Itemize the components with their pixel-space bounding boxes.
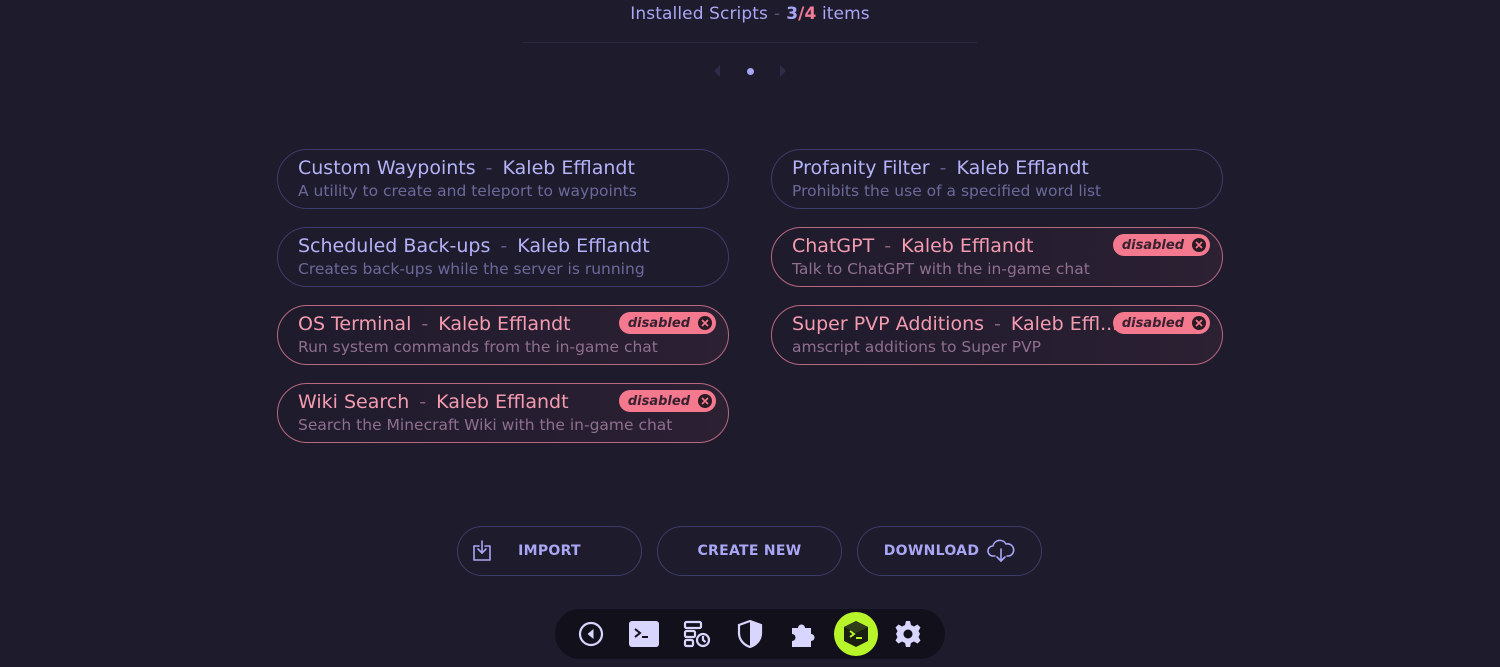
script-author: Kaleb Effl... — [1010, 313, 1119, 335]
script-title: Profanity Filter — [792, 157, 930, 179]
title-dash: - — [939, 157, 947, 179]
script-author: Kaleb Efflandt — [956, 157, 1089, 179]
disabled-badge-label: disabled — [627, 315, 690, 331]
page-header: Installed Scripts -3/4 items — [0, 4, 1500, 24]
count-suffix: items — [821, 4, 870, 24]
script-card-wiki-search[interactable]: Wiki Search - Kaleb Efflandt Search the Mi… — [277, 383, 729, 443]
script-description: amscript additions to Super PVP — [792, 338, 1042, 356]
close-icon[interactable] — [1192, 316, 1206, 330]
disabled-badge[interactable]: disabled — [1112, 312, 1210, 334]
script-card-super-pvp-additions[interactable]: Super PVP Additions - Kaleb Effl... amscri… — [771, 305, 1223, 365]
back-icon[interactable] — [569, 612, 613, 656]
gear-icon[interactable] — [886, 612, 930, 656]
title-dash: - — [485, 157, 493, 179]
disabled-badge-label: disabled — [1121, 315, 1184, 331]
total-count: 4 — [804, 4, 817, 24]
shield-icon[interactable] — [728, 612, 772, 656]
backups-icon[interactable] — [675, 612, 719, 656]
close-icon[interactable] — [1192, 238, 1206, 252]
script-author: Kaleb Efflandt — [517, 235, 650, 257]
prev-page-icon[interactable] — [710, 64, 724, 78]
header-divider — [523, 42, 977, 43]
script-author: Kaleb Efflandt — [502, 157, 635, 179]
pagination — [710, 63, 790, 79]
title-dash: - — [994, 313, 1001, 335]
script-card-chatgpt[interactable]: ChatGPT - Kaleb Efflandt Talk to ChatGPT w… — [771, 227, 1223, 287]
next-page-icon[interactable] — [776, 64, 790, 78]
download-label: DOWNLOAD — [883, 543, 980, 559]
title-dash: - — [500, 235, 508, 257]
import-label: IMPORT — [518, 543, 581, 559]
script-card-os-terminal[interactable]: OS Terminal - Kaleb Efflandt Run system co… — [277, 305, 729, 365]
disabled-badge-label: disabled — [627, 393, 690, 409]
script-description: Run system commands from the in-game cha… — [298, 338, 658, 356]
header-separator: - — [774, 4, 781, 24]
puzzle-icon[interactable] — [781, 612, 825, 656]
script-title: Super PVP Additions — [792, 313, 985, 335]
script-author: Kaleb Efflandt — [436, 391, 569, 413]
script-card-profanity-filter[interactable]: Profanity Filter - Kaleb Efflandt Prohibit… — [771, 149, 1223, 209]
script-title: Wiki Search — [298, 391, 410, 413]
create-new-label: CREATE NEW — [697, 543, 802, 559]
terminal-icon[interactable] — [622, 612, 666, 656]
close-icon[interactable] — [698, 394, 712, 408]
title-dash: - — [421, 313, 429, 335]
script-title: Custom Waypoints — [298, 157, 476, 179]
script-description: Talk to ChatGPT with the in-game chat — [792, 260, 1090, 278]
disabled-badge-label: disabled — [1121, 237, 1184, 253]
script-description: Creates back-ups while the server is run… — [298, 260, 645, 278]
script-description: A utility to create and teleport to wayp… — [298, 182, 637, 200]
page-dot[interactable] — [746, 67, 754, 75]
script-author: Kaleb Efflandt — [438, 313, 571, 335]
script-card-custom-waypoints[interactable]: Custom Waypoints - Kaleb Efflandt A utilit… — [277, 149, 729, 209]
disabled-badge[interactable]: disabled — [618, 390, 716, 412]
title-dash: - — [419, 391, 427, 413]
disabled-badge[interactable]: disabled — [1112, 234, 1210, 256]
import-button[interactable]: IMPORT — [457, 526, 642, 576]
script-title: OS Terminal — [298, 313, 412, 335]
script-title: Scheduled Back-ups — [298, 235, 491, 257]
disabled-badge[interactable]: disabled — [618, 312, 716, 334]
page-title: Installed Scripts — [630, 4, 768, 24]
script-title: ChatGPT — [792, 235, 875, 257]
bottom-dock — [555, 609, 945, 659]
script-card-scheduled-backups[interactable]: Scheduled Back-ups - Kaleb Efflandt Create… — [277, 227, 729, 287]
download-button[interactable]: DOWNLOAD — [857, 526, 1042, 576]
create-new-button[interactable]: CREATE NEW — [657, 526, 842, 576]
script-description: Prohibits the use of a specified word li… — [792, 182, 1102, 200]
script-author: Kaleb Efflandt — [901, 235, 1034, 257]
script-description: Search the Minecraft Wiki with the in-ga… — [298, 416, 673, 434]
close-icon[interactable] — [698, 316, 712, 330]
enabled-count: 3 — [786, 4, 799, 24]
import-icon — [472, 540, 492, 562]
cloud-download-icon — [987, 539, 1015, 563]
amscript-icon[interactable] — [833, 612, 878, 656]
title-dash: - — [884, 235, 892, 257]
